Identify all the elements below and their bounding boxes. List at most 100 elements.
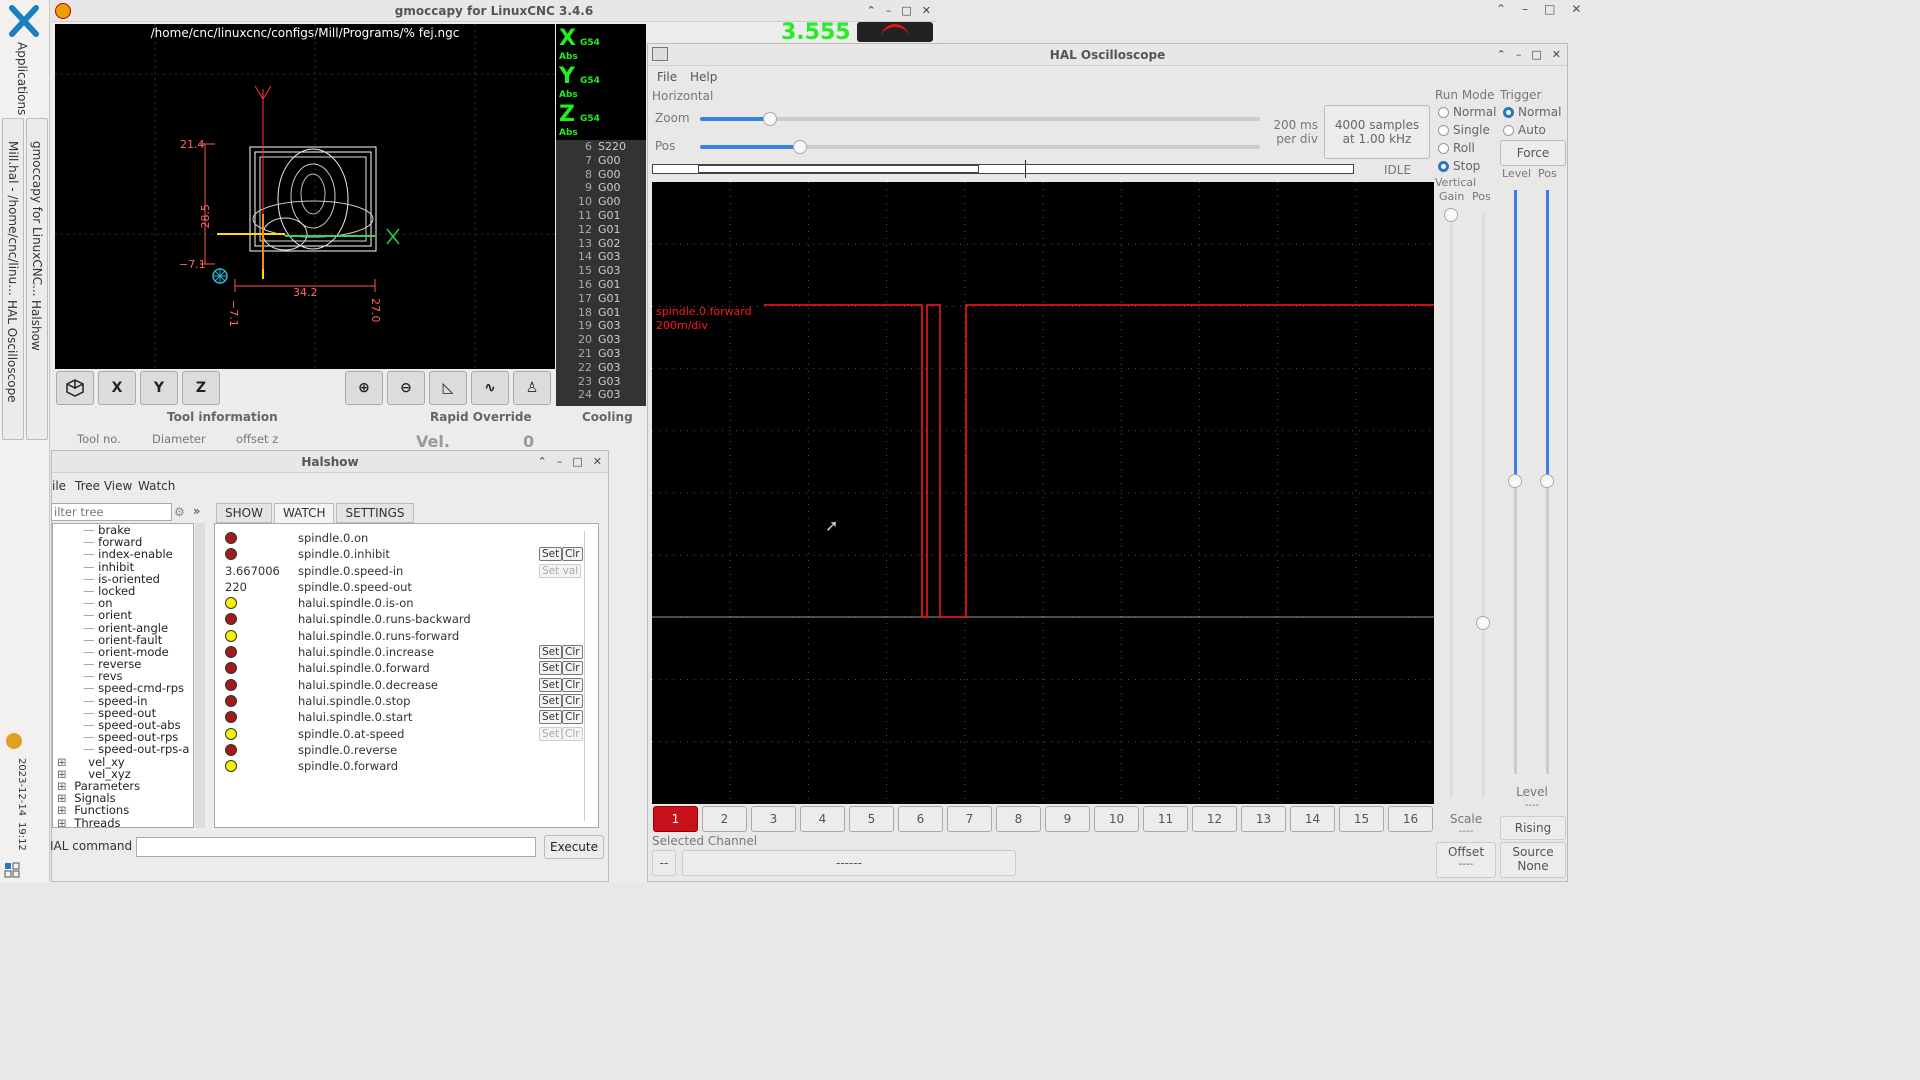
zoom-in-button[interactable]: ⊕ [345,371,383,405]
tab-show[interactable]: SHOW [216,503,272,523]
trigger-level-knob[interactable] [1508,474,1522,488]
channel-button-6[interactable]: 6 [898,806,943,832]
close-icon[interactable]: ✕ [593,451,602,473]
view-y-button[interactable]: Y [140,371,178,405]
maximize-icon[interactable]: □ [1531,44,1541,66]
source-button[interactable]: Source None [1500,842,1566,878]
menu-watch[interactable]: Watch [138,479,175,493]
trigger-mode-normal[interactable]: Normal [1503,105,1561,119]
channel-button-13[interactable]: 13 [1241,806,1286,832]
close-icon[interactable]: ✕ [1571,2,1581,16]
shade-icon[interactable]: ⌃ [538,451,547,473]
gain-knob[interactable] [1444,208,1458,222]
scope-menu-help[interactable]: Help [690,70,717,84]
minimize-icon[interactable]: – [886,0,892,22]
offset-button[interactable]: Offset ---- [1436,842,1496,878]
gmoccapy-titlebar[interactable]: gmoccapy for LinuxCNC 3.4.6 ⌃ – □ ✕ [51,0,937,22]
dimensions-button[interactable]: ◺ [429,371,467,405]
selected-channel-name[interactable]: ------ [682,850,1016,876]
tree-scrollbar[interactable] [195,523,205,828]
set-button[interactable]: Set [539,645,563,660]
clr-button[interactable]: Clr [562,693,583,708]
minimize-icon[interactable]: – [1516,44,1522,66]
set-button[interactable]: Set [539,677,563,692]
zoom-slider[interactable] [700,117,1260,121]
run-mode-roll[interactable]: Roll [1438,141,1475,155]
gear-icon[interactable]: ⚙ [174,505,185,519]
scope-titlebar[interactable]: HAL Oscilloscope ⌃ – □ ✕ [648,44,1567,66]
scope-screen[interactable]: spindle.0.forward 200m/div ➚ [652,182,1434,804]
xfce-logo-icon[interactable] [8,4,40,38]
maximize-icon[interactable]: □ [1544,2,1555,16]
tree-item[interactable]: — speed-out-rps-a [53,743,193,755]
channel-button-10[interactable]: 10 [1094,806,1139,832]
halshow-titlebar[interactable]: Halshow ⌃ – □ ✕ [52,451,608,473]
vertical-pos-knob[interactable] [1476,616,1490,630]
maximize-icon[interactable]: □ [901,0,911,22]
zoom-out-button[interactable]: ⊖ [387,371,425,405]
shade-icon[interactable]: ⌃ [1497,44,1506,66]
shade-icon[interactable]: ⌃ [867,0,876,22]
tree-root[interactable]: ⊞ Functions [53,804,193,816]
channel-button-2[interactable]: 2 [702,806,747,832]
gcode-view[interactable]: 6 S220 7 G00 8 G00 9 G00 10 G00 11 G01 12 G01 13 G02 14 G… [556,140,646,410]
view-z-button[interactable]: Z [182,371,220,405]
toolpath-preview[interactable]: /home/cnc/linuxcnc/configs/Mill/Programs… [55,24,555,369]
set-val-button[interactable]: Set val [539,563,582,578]
zoom-slider-knob[interactable] [763,112,777,126]
channel-button-12[interactable]: 12 [1192,806,1237,832]
tree-root[interactable]: ⊞ Threads [53,816,193,827]
force-button[interactable]: Force [1500,140,1566,166]
hal-tree[interactable]: — brake — forward — index-enable — inhibit —… [52,523,194,828]
clear-plot-button[interactable]: ♙ [513,371,551,405]
samples-button[interactable]: 4000 samples at 1.00 kHz [1324,105,1430,159]
menu-tree-view[interactable]: Tree View [75,479,132,493]
hal-command-input[interactable] [136,837,536,857]
set-button[interactable]: Set [539,710,563,725]
channel-button-3[interactable]: 3 [751,806,796,832]
menu-file[interactable]: ile [52,479,66,493]
pos-slider-knob[interactable] [793,140,807,154]
tree-node[interactable]: ⊞ vel_xy [53,755,193,768]
trigger-mode-auto[interactable]: Auto [1503,123,1546,137]
maximize-icon[interactable]: □ [572,451,582,473]
channel-button-14[interactable]: 14 [1290,806,1335,832]
tab-watch[interactable]: WATCH [273,503,335,523]
channel-button-16[interactable]: 16 [1388,806,1433,832]
task-oscilloscope[interactable]: HAL Oscilloscope [5,300,19,403]
minimize-icon[interactable]: – [557,451,563,473]
scope-menu-file[interactable]: File [657,70,677,84]
set-button[interactable]: Set [539,547,563,562]
rising-button[interactable]: Rising [1500,816,1566,840]
channel-button-4[interactable]: 4 [800,806,845,832]
tab-settings[interactable]: SETTINGS [336,503,414,523]
channel-button-5[interactable]: 5 [849,806,894,832]
estop-button[interactable] [857,22,933,42]
tree-item[interactable]: — reverse [53,658,193,670]
gain-slider[interactable] [1450,212,1453,798]
close-icon[interactable]: ✕ [1552,44,1561,66]
view-x-button[interactable]: X [98,371,136,405]
set-button[interactable]: Set [539,661,563,676]
task-gmoccapy[interactable]: gmoccapy for LinuxCNC... [26,118,48,440]
clr-button[interactable]: Clr [562,677,583,692]
view-iso-button[interactable] [56,371,94,405]
filter-tree-input[interactable] [51,503,172,521]
close-icon[interactable]: ✕ [922,0,931,22]
clr-button[interactable]: Clr [562,661,583,676]
channel-button-7[interactable]: 7 [947,806,992,832]
clr-button[interactable]: Clr [562,645,583,660]
execute-button[interactable]: Execute [544,835,604,859]
tree-item[interactable]: — locked [53,585,193,597]
expand-icon[interactable]: » [193,504,200,518]
trigger-pos-knob[interactable] [1540,474,1554,488]
channel-button-8[interactable]: 8 [996,806,1041,832]
channel-button-9[interactable]: 9 [1045,806,1090,832]
watch-scrollbar[interactable] [584,531,594,821]
run-mode-normal[interactable]: Normal [1438,105,1496,119]
clr-button[interactable]: Clr [562,547,583,562]
set-button[interactable]: Set [539,726,563,741]
clr-button[interactable]: Clr [562,710,583,725]
toolpath-button[interactable]: ∿ [471,371,509,405]
minimize-icon[interactable]: – [1522,2,1528,16]
